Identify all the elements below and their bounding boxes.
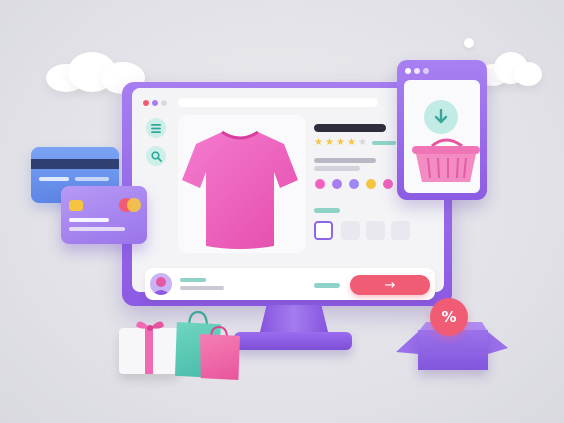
menu-button[interactable] (146, 118, 166, 138)
percent-icon: % (441, 308, 457, 326)
size-option[interactable] (366, 221, 385, 240)
card-chip-icon (69, 200, 83, 211)
search-button[interactable] (146, 146, 166, 166)
seller-info-bar (180, 286, 224, 290)
color-swatch[interactable] (332, 179, 342, 189)
arrow-right-icon: → (384, 277, 396, 293)
download-icon (434, 109, 448, 124)
size-option[interactable] (341, 221, 360, 240)
window-dot-maximize[interactable] (161, 100, 167, 106)
discount-badge[interactable]: % (430, 298, 468, 336)
seller-name-bar (180, 278, 206, 282)
window-dot (405, 68, 411, 74)
card-name-bar (69, 227, 125, 231)
price-bar (314, 283, 340, 288)
credit-card-purple[interactable] (61, 186, 147, 244)
description-line (314, 166, 360, 171)
monitor-stand-base (234, 332, 352, 350)
window-dot (414, 68, 420, 74)
color-swatch[interactable] (315, 179, 325, 189)
star-icon: ★ (336, 137, 345, 148)
card-number-bar (69, 218, 109, 222)
color-swatch[interactable] (366, 179, 376, 189)
tshirt-product-image[interactable] (180, 128, 300, 250)
size-option[interactable] (391, 221, 410, 240)
basket-icon[interactable] (410, 138, 482, 184)
card-stripe (31, 159, 119, 169)
search-icon (150, 150, 162, 162)
window-dot-close[interactable] (143, 100, 149, 106)
star-icon: ★ (314, 137, 323, 148)
card-logo-icon (127, 198, 141, 212)
gift-box (119, 328, 179, 374)
cloud-right (478, 52, 544, 88)
add-to-cart-button[interactable]: → (350, 275, 430, 295)
star-icon: ★ (325, 137, 334, 148)
rating-count-bar (372, 141, 396, 145)
download-button[interactable] (424, 100, 458, 134)
avatar[interactable] (150, 273, 172, 295)
card-number-bar (39, 177, 69, 181)
user-icon (152, 277, 170, 295)
card-number-dots (75, 177, 109, 181)
shopping-bag-pink (200, 334, 240, 380)
star-icon: ★ (347, 137, 356, 148)
product-title-bar (314, 124, 386, 132)
discount-box (418, 330, 488, 370)
color-swatch[interactable] (349, 179, 359, 189)
window-dot-minimize[interactable] (152, 100, 158, 106)
window-dot (423, 68, 429, 74)
size-option-selected[interactable] (314, 221, 333, 240)
size-label-bar (314, 208, 340, 213)
decorative-bubble (464, 38, 474, 48)
gift-bow-icon (136, 321, 164, 331)
description-line (314, 158, 376, 163)
gift-ribbon-vertical (145, 328, 153, 374)
star-icon: ★ (358, 137, 367, 148)
address-bar[interactable] (178, 98, 378, 107)
menu-icon (151, 123, 161, 133)
color-swatch[interactable] (383, 179, 393, 189)
